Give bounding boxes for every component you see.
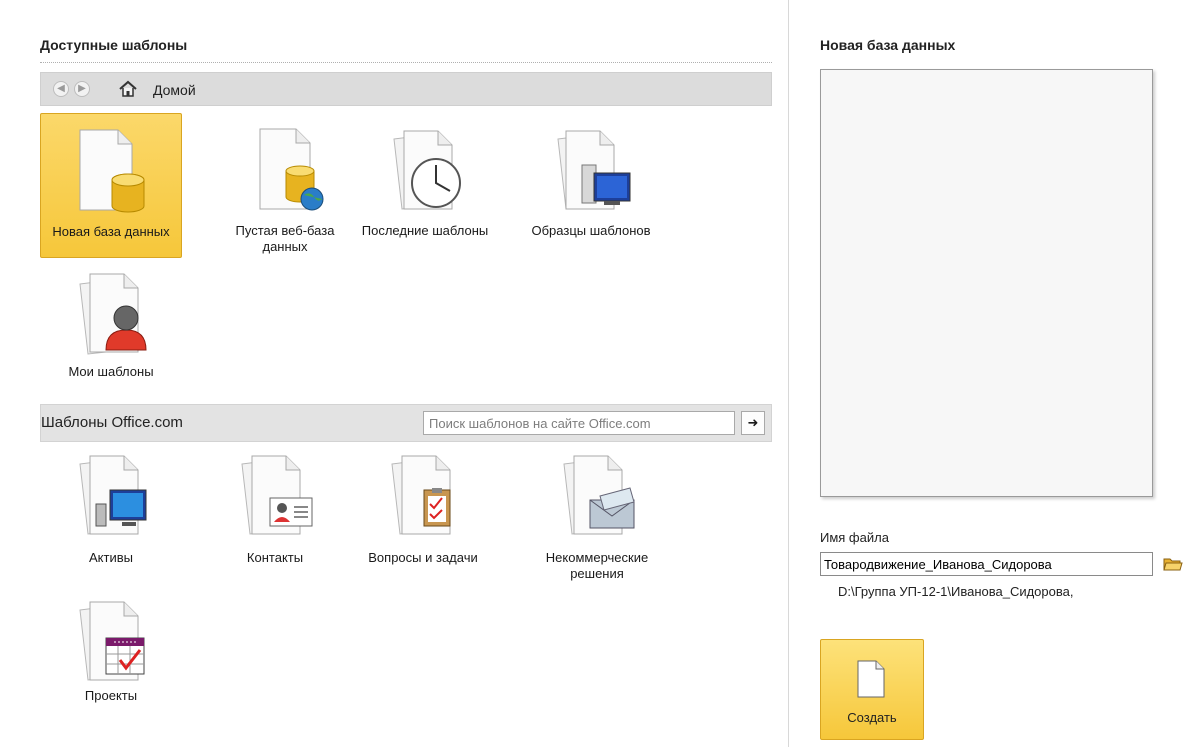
home-icon[interactable] bbox=[119, 80, 137, 98]
contact-card-icon bbox=[230, 450, 320, 538]
computer-icon bbox=[546, 125, 636, 213]
template-blank-web-database[interactable]: Пустая веб-база данных bbox=[214, 113, 356, 258]
template-label: Вопросы и задачи bbox=[368, 550, 478, 565]
available-templates-panel: Доступные шаблоны ◀ ▶ Домой Новая база д… bbox=[0, 0, 788, 747]
template-sample[interactable]: Образцы шаблонов bbox=[520, 113, 662, 258]
office-templates-title: Шаблоны Office.com bbox=[41, 414, 183, 431]
forward-button[interactable]: ▶ bbox=[74, 81, 90, 97]
template-new-database[interactable]: Новая база данных bbox=[40, 113, 182, 258]
available-templates-title: Доступные шаблоны bbox=[40, 37, 188, 53]
office-template-nonprofit[interactable]: Некоммерческие решения bbox=[526, 450, 668, 590]
title-divider bbox=[40, 62, 772, 63]
office-template-issues-tasks[interactable]: Вопросы и задачи bbox=[352, 450, 494, 590]
filename-label: Имя файла bbox=[820, 530, 889, 545]
template-my-templates[interactable]: Мои шаблоны bbox=[40, 262, 182, 382]
calendar-icon bbox=[66, 596, 156, 684]
document-icon bbox=[857, 660, 885, 698]
navigation-bar: ◀ ▶ Домой bbox=[40, 72, 772, 106]
template-label: Последние шаблоны bbox=[361, 223, 489, 238]
envelope-icon bbox=[552, 450, 642, 538]
database-icon bbox=[66, 126, 156, 214]
template-preview bbox=[820, 69, 1153, 497]
office-template-contacts[interactable]: Контакты bbox=[204, 450, 346, 590]
template-label: Мои шаблоны bbox=[68, 364, 154, 379]
open-folder-icon[interactable] bbox=[1163, 554, 1183, 574]
template-recent[interactable]: Последние шаблоны bbox=[354, 113, 496, 258]
office-templates-bar: Шаблоны Office.com ➜ bbox=[40, 404, 772, 442]
template-label: Новая база данных bbox=[52, 224, 170, 239]
clipboard-icon bbox=[378, 450, 468, 538]
create-label: Создать bbox=[847, 710, 897, 725]
office-template-assets[interactable]: Активы bbox=[40, 450, 182, 590]
office-template-projects[interactable]: Проекты bbox=[40, 596, 182, 716]
home-link[interactable]: Домой bbox=[153, 82, 196, 98]
file-path: D:\Группа УП-12-1\Иванова_Сидорова, bbox=[838, 584, 1074, 599]
template-label: Некоммерческие решения bbox=[545, 550, 649, 581]
assets-icon bbox=[66, 450, 156, 538]
office-search-input[interactable] bbox=[423, 411, 735, 435]
template-label: Активы bbox=[89, 550, 133, 565]
new-database-panel: Новая база данных Имя файла D:\Группа УП… bbox=[789, 0, 1183, 747]
clock-icon bbox=[380, 125, 470, 213]
web-database-icon bbox=[240, 125, 330, 213]
create-button[interactable]: Создать bbox=[820, 639, 924, 740]
filename-input[interactable] bbox=[820, 552, 1153, 576]
template-label: Проекты bbox=[84, 688, 138, 703]
template-label: Образцы шаблонов bbox=[531, 223, 651, 238]
template-label: Контакты bbox=[246, 550, 304, 565]
person-icon bbox=[66, 270, 156, 358]
back-button[interactable]: ◀ bbox=[53, 81, 69, 97]
new-database-title: Новая база данных bbox=[820, 37, 956, 53]
template-label: Пустая веб-база данных bbox=[235, 223, 335, 254]
search-go-button[interactable]: ➜ bbox=[741, 411, 765, 435]
